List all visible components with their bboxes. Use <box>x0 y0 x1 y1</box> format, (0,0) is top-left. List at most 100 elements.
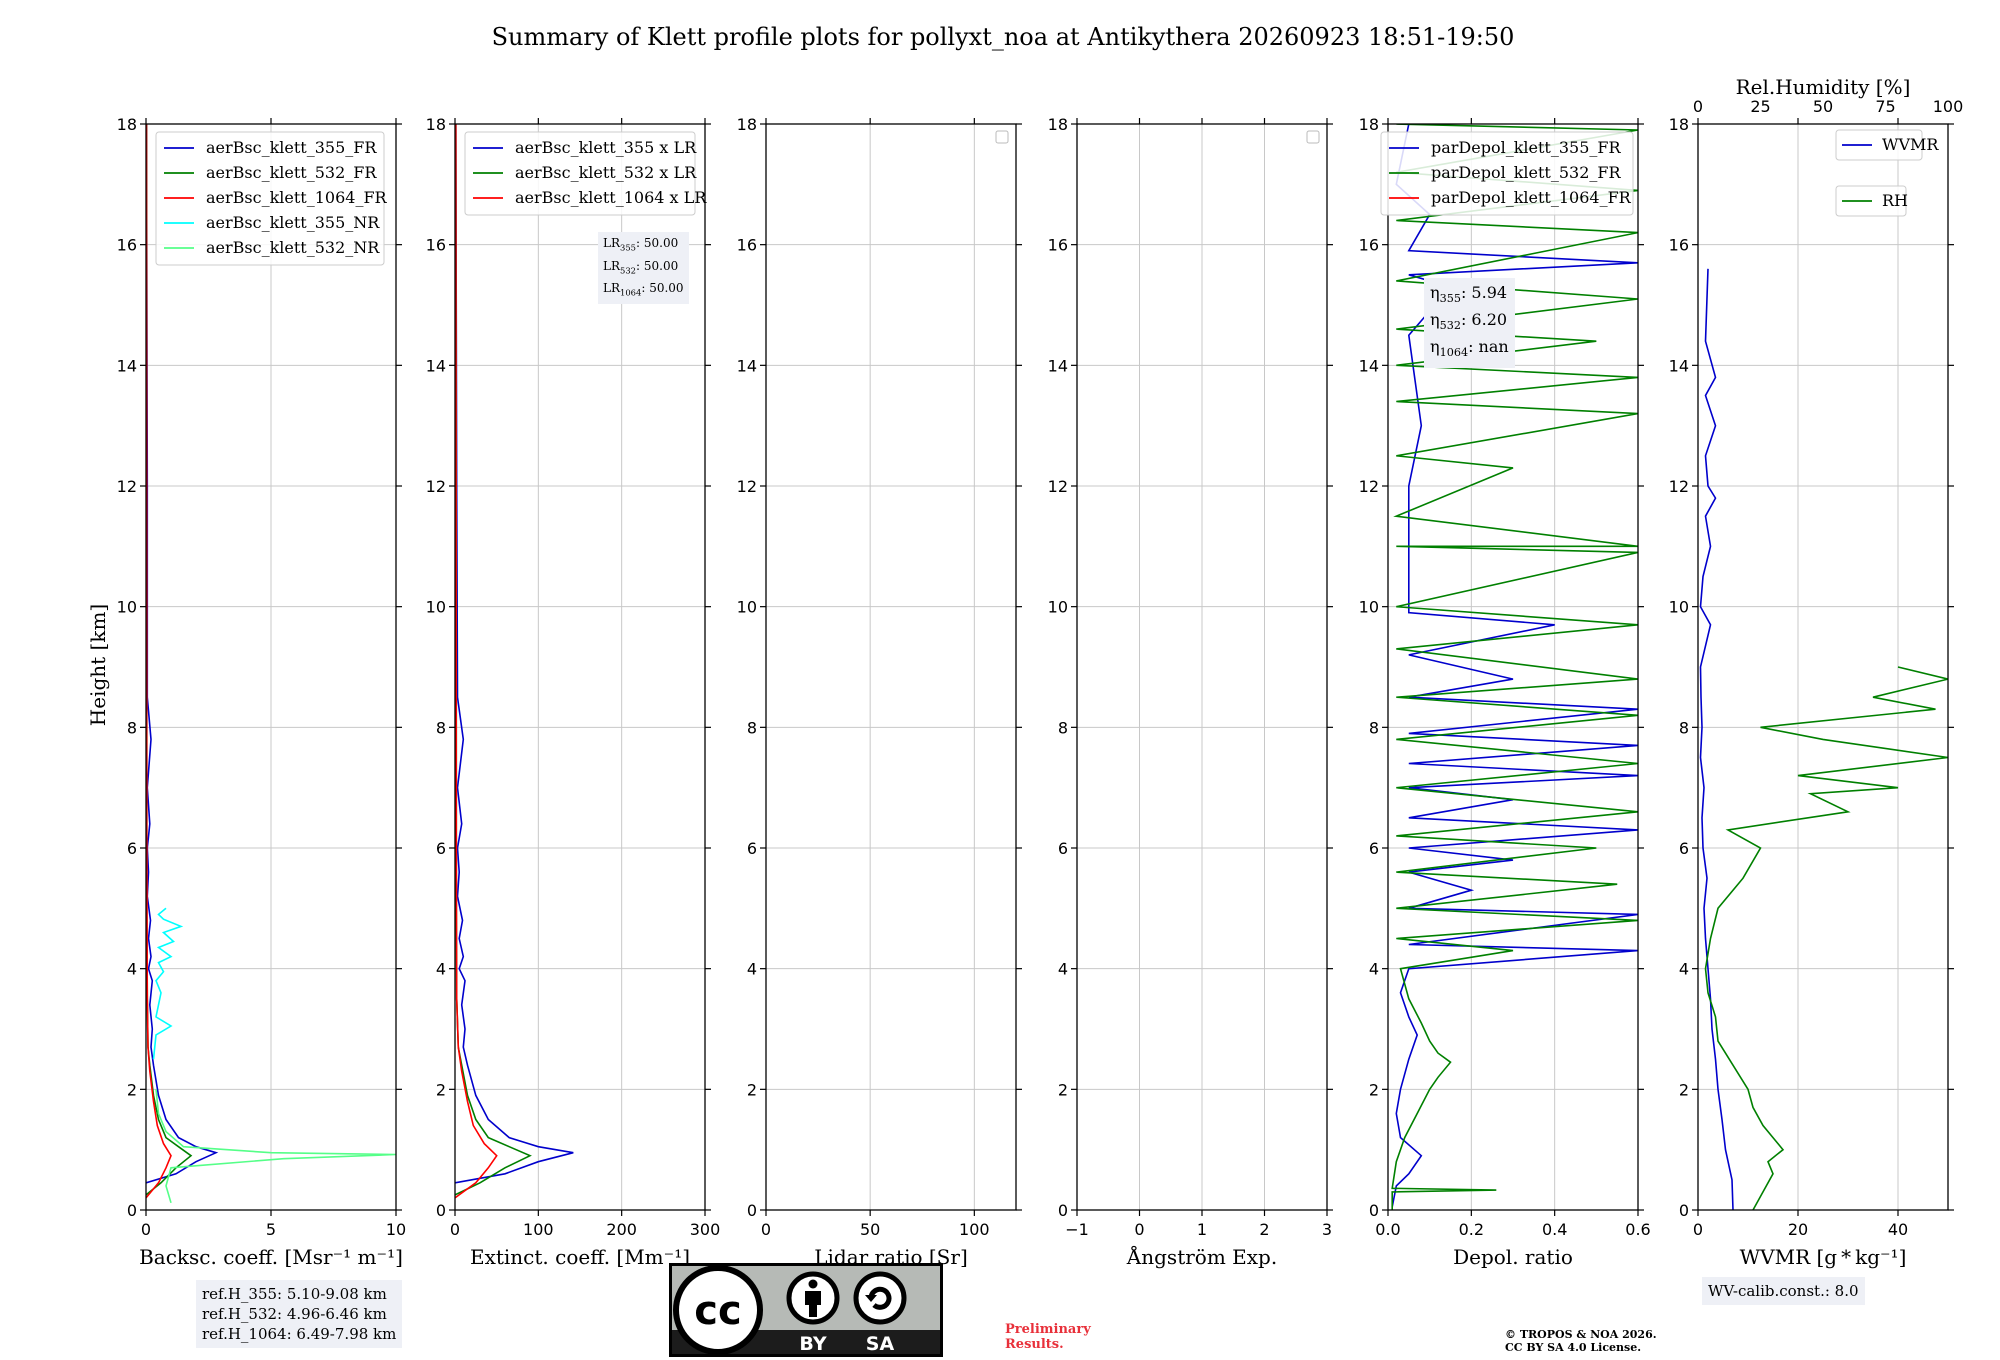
y-tick-label: 4 <box>127 960 137 979</box>
y-tick-label: 2 <box>1679 1080 1689 1099</box>
by-person-head <box>808 1279 818 1289</box>
y-tick-label: 0 <box>747 1201 757 1220</box>
x-tick-label: 20 <box>1788 1220 1808 1239</box>
preliminary-line-2: Results. <box>1005 1337 1064 1352</box>
y-tick-label: 6 <box>1679 839 1689 858</box>
series-line-aerBsc_klett_355 x LR <box>455 124 574 1184</box>
eta-532: η532: 6.20 <box>1430 310 1508 333</box>
y-tick-label: 4 <box>1679 960 1689 979</box>
legend-entry: aerBsc_klett_532 x LR <box>515 163 697 182</box>
cc-by-sa-icon: cc BY SA <box>669 1263 943 1357</box>
x-tick-label: 3 <box>1322 1220 1332 1239</box>
x-tick-label: 0.2 <box>1459 1220 1484 1239</box>
x-tick-label: 2 <box>1259 1220 1269 1239</box>
series-line-RH <box>1704 666 1948 1210</box>
ref-h-355: ref.H_355: 5.10-9.08 km <box>202 1285 387 1303</box>
y-tick-label: 8 <box>1058 718 1068 737</box>
figure: Summary of Klett profile plots for polly… <box>86 23 1964 1269</box>
legend-entry: parDepol_klett_1064_FR <box>1431 188 1632 207</box>
x-tick-label: 0 <box>1693 1220 1703 1239</box>
y-tick-label: 14 <box>1048 356 1068 375</box>
wv-calib-const: WV-calib.const.: 8.0 <box>1708 1282 1859 1300</box>
sa-label: SA <box>866 1333 895 1355</box>
x-tick-label: 50 <box>860 1220 880 1239</box>
y-tick-label: 12 <box>117 477 137 496</box>
eta-box: η355: 5.94 η532: 6.20 η1064: nan <box>1424 278 1515 368</box>
legend-entry: parDepol_klett_355_FR <box>1431 138 1622 157</box>
legend-entry: aerBsc_klett_1064_FR <box>206 188 388 207</box>
x-tick-label: 0 <box>141 1220 151 1239</box>
x-tick-label: 100 <box>523 1220 554 1239</box>
ref-h-1064: ref.H_1064: 6.49-7.98 km <box>202 1325 397 1343</box>
panels: 0246810121416180 5 10Backsc. coeff. [Msr⁻¹… <box>117 75 1964 1269</box>
y-tick-label: 18 <box>1669 115 1689 134</box>
cc-logo-text: cc <box>694 1288 741 1334</box>
panel-6: 0246810121416180 20 400 25 50 75 100Rel.Humidi… <box>1669 75 1964 1269</box>
y-tick-label: 2 <box>1058 1080 1068 1099</box>
y-tick-label: 4 <box>1369 960 1379 979</box>
x-axis-label: WVMR [g * kg⁻¹] <box>1740 1245 1907 1269</box>
top-x-tick-label: 25 <box>1750 97 1770 116</box>
series-line-aerBsc_klett_1064_FR <box>146 124 172 1199</box>
empty-legend <box>995 130 1009 144</box>
panel-4: 024681012141618−1 0 1 2 3Ångström Exp. <box>1048 115 1333 1269</box>
y-tick-label: 10 <box>426 598 446 617</box>
y-tick-label: 18 <box>737 115 757 134</box>
sa-share-icon <box>853 1271 907 1325</box>
y-tick-label: 4 <box>747 960 757 979</box>
y-tick-label: 14 <box>737 356 757 375</box>
x-tick-label: 0 <box>761 1220 771 1239</box>
y-tick-label: 10 <box>1359 598 1379 617</box>
reference-height-box: ref.H_355: 5.10-9.08 km ref.H_532: 4.96-… <box>196 1280 403 1348</box>
y-tick-label: 14 <box>117 356 137 375</box>
x-tick-label: 0.4 <box>1542 1220 1567 1239</box>
copyright-line-1: © TROPOS & NOA 2026. <box>1505 1328 1657 1341</box>
series-line-aerBsc_klett_355_FR <box>146 124 219 1184</box>
y-tick-label: 8 <box>127 718 137 737</box>
y-tick-label: 6 <box>436 839 446 858</box>
y-axis-label: Height [km] <box>86 604 110 726</box>
y-tick-label: 16 <box>1048 236 1068 255</box>
ref-h-532: ref.H_532: 4.96-6.46 km <box>202 1305 387 1323</box>
y-tick-label: 6 <box>1058 839 1068 858</box>
y-tick-label: 2 <box>127 1080 137 1099</box>
x-tick-label: 10 <box>386 1220 406 1239</box>
panel-3: 0246810121416180 50 100Lidar ratio [Sr] <box>737 115 1022 1269</box>
legend-entry: RH <box>1882 191 1908 210</box>
copyright-line-2: CC BY SA 4.0 License. <box>1505 1341 1642 1354</box>
x-axis-label: Depol. ratio <box>1453 1245 1573 1269</box>
legend-entry: WVMR <box>1882 135 1939 154</box>
lidar-ratio-box: LR355: 50.00 LR532: 50.00 LR1064: 50.00 <box>598 232 689 304</box>
y-tick-label: 18 <box>1048 115 1068 134</box>
series-line-aerBsc_klett_532_NR <box>155 1089 396 1204</box>
legend-entry: aerBsc_klett_532_FR <box>206 163 377 182</box>
y-tick-label: 8 <box>1369 718 1379 737</box>
x-axis-label: Extinct. coeff. [Mm⁻¹] <box>470 1245 690 1269</box>
y-tick-label: 10 <box>1048 598 1068 617</box>
y-tick-label: 12 <box>1048 477 1068 496</box>
top-x-axis-label: Rel.Humidity [%] <box>1736 75 1911 99</box>
top-x-tick-label: 0 <box>1693 97 1703 116</box>
legend-entry: aerBsc_klett_355_FR <box>206 138 377 157</box>
y-tick-label: 16 <box>1669 236 1689 255</box>
y-tick-label: 18 <box>1359 115 1379 134</box>
y-tick-label: 12 <box>1669 477 1689 496</box>
x-tick-label: 100 <box>959 1220 990 1239</box>
top-x-tick-label: 50 <box>1813 97 1833 116</box>
y-tick-label: 12 <box>737 477 757 496</box>
eta-355: η355: 5.94 <box>1430 283 1508 306</box>
preliminary-note: Preliminary Results. <box>1005 1322 1091 1352</box>
top-x-tick-label: 75 <box>1875 97 1895 116</box>
x-tick-label: 200 <box>606 1220 637 1239</box>
series-line-aerBsc_klett_355_NR <box>152 907 184 1060</box>
y-tick-label: 12 <box>426 477 446 496</box>
lr-532: LR532: 50.00 <box>603 258 679 276</box>
eta-1064: η1064: nan <box>1430 337 1509 360</box>
x-tick-label: 0.0 <box>1375 1220 1400 1239</box>
y-tick-label: 0 <box>1679 1201 1689 1220</box>
y-tick-label: 10 <box>737 598 757 617</box>
y-tick-label: 2 <box>747 1080 757 1099</box>
y-tick-label: 6 <box>127 839 137 858</box>
y-tick-label: 0 <box>127 1201 137 1220</box>
y-tick-label: 2 <box>436 1080 446 1099</box>
